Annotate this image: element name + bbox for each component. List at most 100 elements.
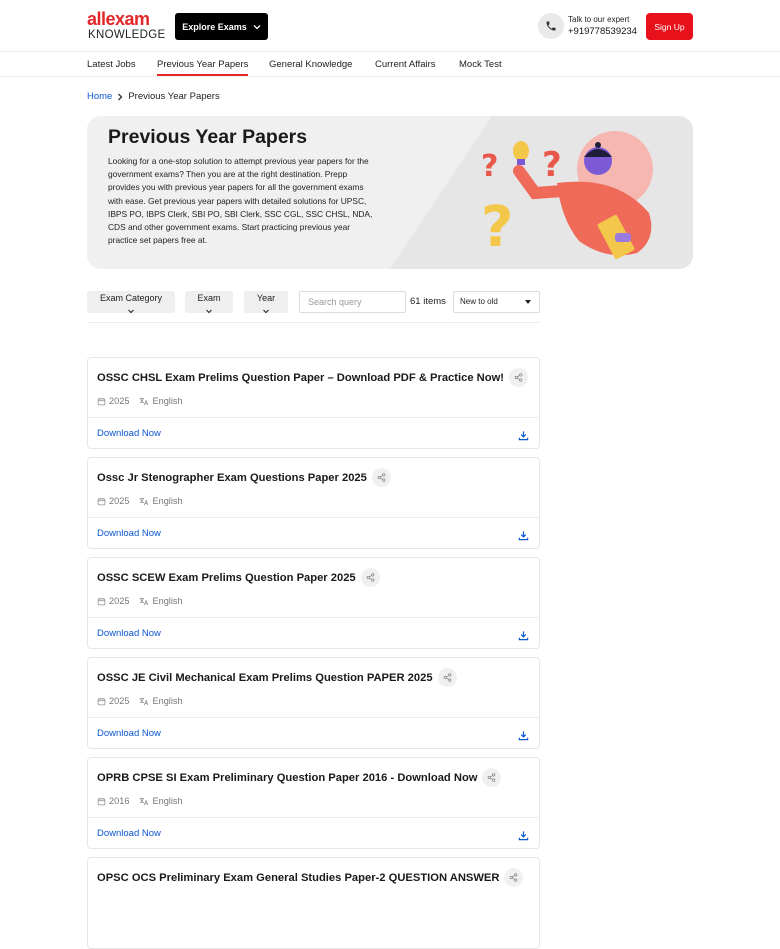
paper-language: English <box>139 796 183 806</box>
paper-year: 2016 <box>97 796 129 806</box>
page-title: Previous Year Papers <box>108 126 308 148</box>
chevron-down-icon <box>263 309 269 314</box>
share-icon[interactable] <box>482 768 502 787</box>
download-now-link[interactable]: Download Now <box>97 828 161 839</box>
chevron-down-icon <box>128 309 134 314</box>
breadcrumb: Home Previous Year Papers <box>87 91 220 102</box>
sign-up-button[interactable]: Sign Up <box>646 13 693 40</box>
explore-exams-label: Explore Exams <box>182 21 247 32</box>
paper-title[interactable]: OSSC CHSL Exam Prelims Question Paper – … <box>97 368 528 387</box>
paper-title[interactable]: Ossc Jr Stenographer Exam Questions Pape… <box>97 468 391 487</box>
paper-year: 2025 <box>97 396 129 406</box>
calendar-icon <box>97 597 106 606</box>
search-input[interactable]: Search query <box>299 291 406 313</box>
card-divider <box>88 517 539 518</box>
logo-wordmark: allexam <box>87 9 150 29</box>
chevron-right-icon <box>118 93 123 100</box>
nav-general-knowledge[interactable]: General Knowledge <box>269 59 352 70</box>
expert-phone[interactable]: +919778539234 <box>568 26 637 37</box>
calendar-icon <box>97 397 106 406</box>
nav-current-affairs[interactable]: Current Affairs <box>375 59 436 70</box>
nav-mock-test[interactable]: Mock Test <box>459 59 502 70</box>
translate-icon <box>139 797 149 806</box>
paper-title-text: OSSC CHSL Exam Prelims Question Paper – … <box>97 371 504 384</box>
paper-meta: 2025 English <box>97 396 183 406</box>
calendar-icon <box>97 497 106 506</box>
translate-icon <box>139 497 149 506</box>
paper-title-text: OSSC JE Civil Mechanical Exam Prelims Qu… <box>97 671 433 684</box>
site-logo[interactable]: allexam KNOWLEDGE <box>87 10 167 42</box>
download-icon[interactable] <box>518 628 529 646</box>
year-filter[interactable]: Year <box>244 291 288 314</box>
card-divider <box>88 417 539 418</box>
card-divider <box>88 717 539 718</box>
exam-category-label: Exam Category <box>99 293 163 303</box>
paper-title[interactable]: OPRB CPSE SI Exam Preliminary Question P… <box>97 768 502 787</box>
download-icon[interactable] <box>518 428 529 446</box>
paper-card[interactable]: OSSC CHSL Exam Prelims Question Paper – … <box>87 357 540 449</box>
logo-subtitle: KNOWLEDGE <box>88 29 166 41</box>
download-now-link[interactable]: Download Now <box>97 728 161 739</box>
paper-title[interactable]: OSSC JE Civil Mechanical Exam Prelims Qu… <box>97 668 457 687</box>
paper-title-text: Ossc Jr Stenographer Exam Questions Pape… <box>97 471 367 484</box>
calendar-icon <box>97 697 106 706</box>
paper-title-text: OPRB CPSE SI Exam Preliminary Question P… <box>97 771 478 784</box>
paper-card[interactable]: OSSC JE Civil Mechanical Exam Prelims Qu… <box>87 657 540 749</box>
explore-exams-button[interactable]: Explore Exams <box>175 13 268 40</box>
caret-down-icon <box>525 300 531 304</box>
paper-card[interactable]: OPRB CPSE SI Exam Preliminary Question P… <box>87 757 540 849</box>
filter-bar: Exam Category Exam Year Search query 61 … <box>87 291 540 323</box>
share-icon[interactable] <box>437 668 457 687</box>
paper-card[interactable]: Ossc Jr Stenographer Exam Questions Pape… <box>87 457 540 549</box>
breadcrumb-current: Previous Year Papers <box>128 91 220 102</box>
download-icon[interactable] <box>518 728 529 746</box>
card-divider <box>88 617 539 618</box>
exam-label: Exam <box>197 293 221 303</box>
sort-value: New to old <box>460 297 498 306</box>
paper-title-text: OSSC SCEW Exam Prelims Question Paper 20… <box>97 571 356 584</box>
paper-year: 2025 <box>97 496 129 506</box>
paper-language: English <box>139 496 183 506</box>
paper-card[interactable]: OPSC OCS Preliminary Exam General Studie… <box>87 857 540 949</box>
hero-description: Looking for a one-stop solution to attem… <box>108 156 373 246</box>
translate-icon <box>139 397 149 406</box>
nav-latest-jobs[interactable]: Latest Jobs <box>87 59 136 70</box>
main-nav: Latest Jobs Previous Year Papers General… <box>0 52 780 77</box>
chevron-down-icon <box>206 309 212 314</box>
share-icon[interactable] <box>371 468 391 487</box>
translate-icon <box>139 697 149 706</box>
exam-filter[interactable]: Exam <box>185 291 233 314</box>
svg-text:?: ? <box>542 145 562 185</box>
download-now-link[interactable]: Download Now <box>97 628 161 639</box>
breadcrumb-home[interactable]: Home <box>87 91 112 102</box>
share-icon[interactable] <box>509 368 528 387</box>
exam-category-filter[interactable]: Exam Category <box>87 291 175 314</box>
phone-icon[interactable] <box>538 13 564 39</box>
nav-previous-year-papers[interactable]: Previous Year Papers <box>157 59 249 76</box>
paper-title-text: OPSC OCS Preliminary Exam General Studie… <box>97 871 500 884</box>
paper-meta: 2025 English <box>97 496 183 506</box>
download-now-link[interactable]: Download Now <box>97 528 161 539</box>
download-icon[interactable] <box>518 528 529 546</box>
site-header: allexam KNOWLEDGE Explore Exams Talk to … <box>0 0 780 52</box>
card-divider <box>88 817 539 818</box>
translate-icon <box>139 597 149 606</box>
share-icon[interactable] <box>504 868 524 887</box>
paper-title[interactable]: OSSC SCEW Exam Prelims Question Paper 20… <box>97 568 380 587</box>
paper-title[interactable]: OPSC OCS Preliminary Exam General Studie… <box>97 868 524 887</box>
download-now-link[interactable]: Download Now <box>97 428 161 439</box>
sort-select[interactable]: New to old <box>453 291 540 313</box>
svg-text:?: ? <box>481 149 498 184</box>
results-count: 61 items <box>410 296 446 307</box>
hero-banner: Previous Year Papers Looking for a one-s… <box>87 116 693 269</box>
paper-meta: 2025 English <box>97 596 183 606</box>
paper-language: English <box>139 396 183 406</box>
download-icon[interactable] <box>518 828 529 846</box>
expert-label: Talk to our expert <box>568 15 630 24</box>
paper-card[interactable]: OSSC SCEW Exam Prelims Question Paper 20… <box>87 557 540 649</box>
paper-meta: 2025 English <box>97 696 183 706</box>
svg-text:?: ? <box>481 195 513 260</box>
share-icon[interactable] <box>360 568 380 587</box>
paper-year: 2025 <box>97 696 129 706</box>
paper-year: 2025 <box>97 596 129 606</box>
